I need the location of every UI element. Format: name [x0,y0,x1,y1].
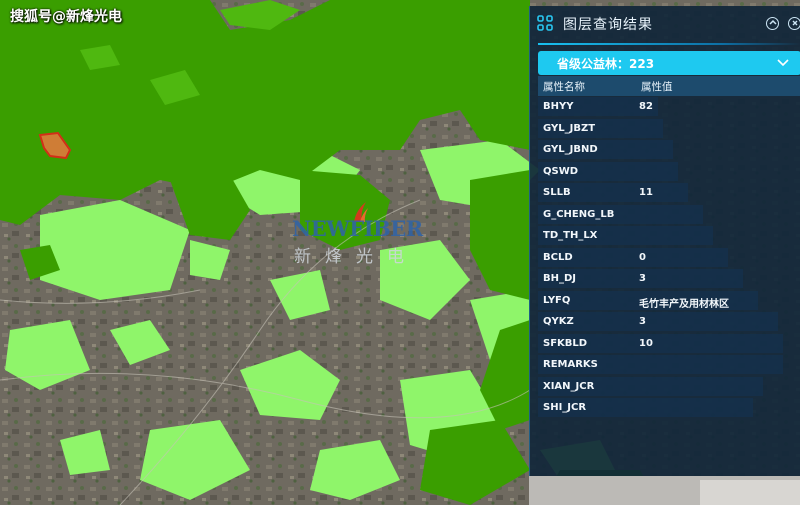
panel-header: 图层查询结果 [530,6,800,40]
attribute-name: LYFQ [543,294,571,306]
attribute-name: SLLB [543,187,571,198]
attribute-value: 11 [639,187,653,198]
chevron-up-circle-icon[interactable] [766,17,779,30]
attribute-name: BHYY [543,101,574,112]
attribute-name: GYL_JBND [543,144,598,155]
table-row[interactable]: TD_TH_LX [538,225,800,247]
table-row[interactable]: GYL_JBZT [538,118,800,140]
table-row[interactable]: SFKBLD 10 [538,333,800,355]
layer-query-panel: 图层查询结果 省级公益林：223 属性名称 属性值 BHYY 82 GYL_JBZT… [529,6,800,476]
logo-text-cn: 新烽光电 [294,247,418,267]
attribute-name: REMARKS [543,359,598,370]
layer-dropdown[interactable]: 省级公益林：223 [538,51,800,75]
attribute-name: QYKZ [543,316,574,327]
table-row[interactable]: BCLD 0 [538,247,800,269]
table-row[interactable]: QSWD [538,161,800,183]
table-header: 属性名称 属性值 [538,76,800,96]
attribute-value: 0 [639,251,646,263]
chevron-down-icon [777,59,789,67]
attribute-value: 82 [639,101,653,112]
attribute-value: 毛竹丰产及用材林区 [639,298,729,310]
attribute-name: SFKBLD [543,337,588,349]
logo-text-en: NEWFIBER [292,216,423,241]
attribute-name: G_CHENG_LB [543,208,615,220]
attribute-value: 3 [639,316,646,327]
attribute-name: SHI_JCR [543,402,587,413]
watermark-text: 搜狐号@新烽光电 [10,9,122,25]
attribute-name: TD_TH_LX [543,230,598,241]
table-row[interactable]: SLLB 11 [538,182,800,204]
column-header-name: 属性名称 [543,81,585,93]
table-row[interactable]: XIAN_JCR [538,376,800,398]
table-row[interactable]: SHI_JCR [538,397,800,419]
table-row[interactable]: GYL_JBND [538,139,800,161]
table-row[interactable]: REMARKS [538,354,800,376]
brand-logo: NEWFIBER 新烽光电 [292,200,432,267]
attribute-table: 属性名称 属性值 BHYY 82 GYL_JBZT GYL_JBND QSWD SLLB 1… [538,76,800,419]
close-circle-icon[interactable] [788,17,800,30]
panel-title: 图层查询结果 [563,17,653,33]
attribute-value: 3 [639,273,646,284]
table-row[interactable]: BHYY 82 [538,96,800,118]
table-row[interactable]: LYFQ 毛竹丰产及用材林区 [538,290,800,312]
column-header-value: 属性值 [641,81,673,93]
attribute-name: BH_DJ [543,273,577,284]
attribute-name: BCLD [543,251,573,263]
layer-dropdown-label: 省级公益林：223 [557,57,655,71]
attribute-value: 10 [639,337,653,349]
table-row[interactable]: BH_DJ 3 [538,268,800,290]
layers-grid-icon [537,15,553,31]
row-background [538,312,778,331]
attribute-name: GYL_JBZT [543,122,596,134]
attribute-name: XIAN_JCR [543,380,595,392]
header-divider [538,43,800,45]
attribute-name: QSWD [543,165,579,177]
table-row[interactable]: G_CHENG_LB [538,204,800,226]
table-row[interactable]: QYKZ 3 [538,311,800,333]
